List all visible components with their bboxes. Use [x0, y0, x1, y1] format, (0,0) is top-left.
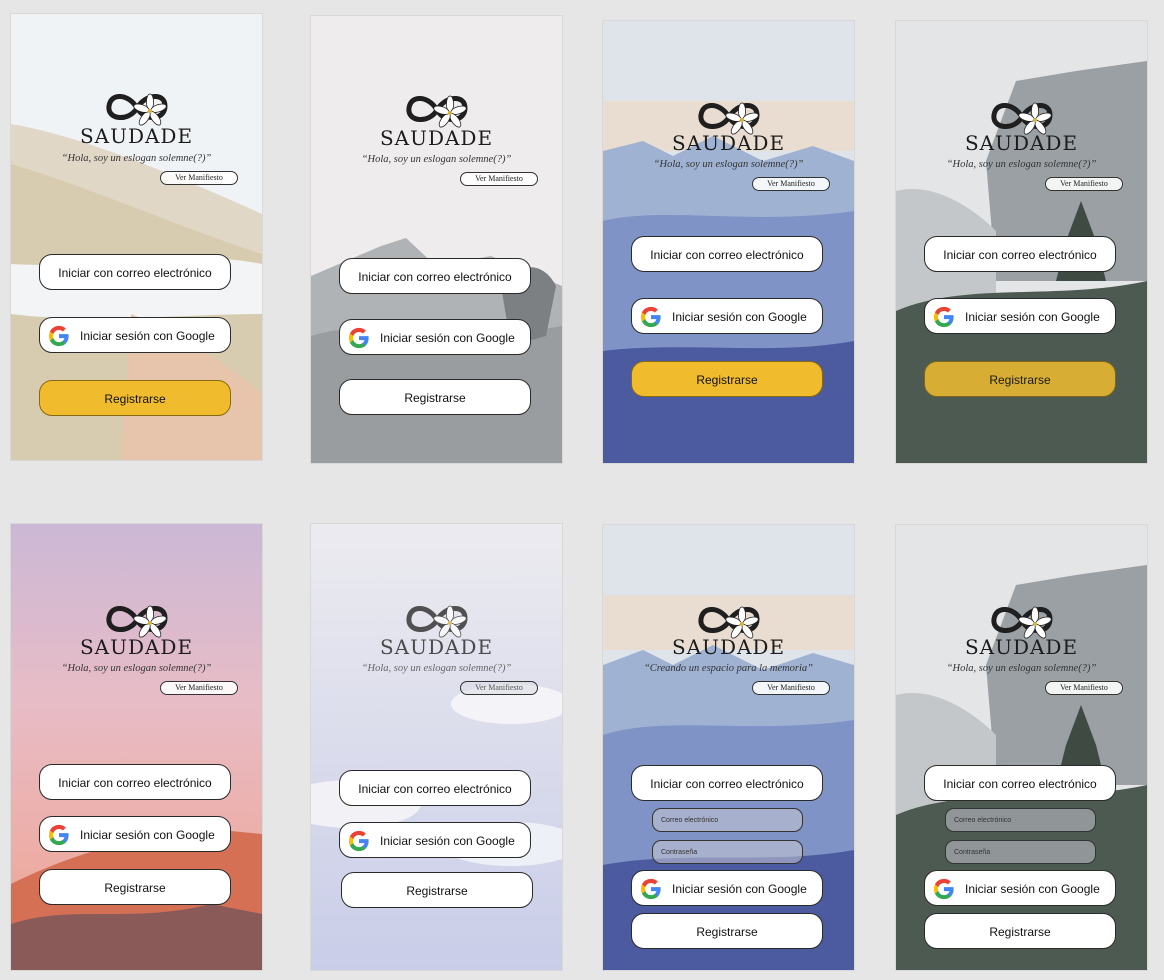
- register-button[interactable]: Registrarse: [631, 913, 823, 949]
- password-field[interactable]: Contraseña: [652, 840, 803, 864]
- mockup-screen-2: SAUDADE “Hola, soy un eslogan solemne(?)…: [311, 16, 562, 463]
- brand-name: SAUDADE: [964, 635, 1079, 659]
- google-g-icon: [640, 306, 662, 328]
- register-button[interactable]: Registrarse: [924, 361, 1116, 397]
- email-field[interactable]: Correo electrónico: [652, 808, 803, 832]
- view-manifest-button[interactable]: Ver Manifiesto: [460, 681, 538, 695]
- brand-name: SAUDADE: [79, 124, 194, 148]
- email-login-button[interactable]: Iniciar con correo electrónico: [339, 770, 531, 806]
- view-manifest-button[interactable]: Ver Manifiesto: [160, 171, 238, 185]
- slogan-text: “Hola, soy un eslogan solemne(?)”: [946, 159, 1097, 170]
- brand-name: SAUDADE: [671, 131, 786, 155]
- view-manifest-button[interactable]: Ver Manifiesto: [1045, 177, 1123, 191]
- google-g-icon: [348, 327, 370, 349]
- mockup-screen-8: SAUDADE “Hola, soy un eslogan solemne(?)…: [896, 525, 1147, 970]
- slogan-text: “Hola, soy un eslogan solemne(?)”: [361, 154, 512, 165]
- view-manifest-button[interactable]: Ver Manifiesto: [460, 172, 538, 186]
- google-g-icon: [348, 830, 370, 852]
- slogan-text: “Hola, soy un eslogan solemne(?)”: [653, 159, 804, 170]
- email-login-button[interactable]: Iniciar con correo electrónico: [924, 236, 1116, 272]
- email-login-button[interactable]: Iniciar con correo electrónico: [339, 258, 531, 294]
- slogan-text: “Hola, soy un eslogan solemne(?)”: [361, 663, 512, 674]
- google-login-label: Iniciar sesión con Google: [380, 331, 515, 345]
- register-button[interactable]: Registrarse: [39, 380, 231, 416]
- mockup-screen-1: SAUDADE “Hola, soy un eslogan solemne(?)…: [11, 14, 262, 460]
- google-login-button[interactable]: Iniciar sesión con Google: [339, 822, 531, 858]
- email-login-button[interactable]: Iniciar con correo electrónico: [39, 254, 231, 290]
- slogan-text: “Hola, soy un eslogan solemne(?)”: [61, 663, 212, 674]
- brand-name: SAUDADE: [79, 635, 194, 659]
- mockup-screen-6: SAUDADE “Hola, soy un eslogan solemne(?)…: [311, 524, 562, 970]
- email-login-button[interactable]: Iniciar con correo electrónico: [39, 764, 231, 800]
- register-button[interactable]: Registrarse: [924, 913, 1116, 949]
- google-login-button[interactable]: Iniciar sesión con Google: [924, 298, 1116, 334]
- google-g-icon: [640, 878, 662, 900]
- mockup-screen-3: SAUDADE “Hola, soy un eslogan solemne(?)…: [603, 21, 854, 463]
- google-login-button[interactable]: Iniciar sesión con Google: [339, 319, 531, 355]
- slogan-text: “Creando un espacio para la memoria”: [643, 663, 814, 674]
- view-manifest-button[interactable]: Ver Manifiesto: [752, 681, 830, 695]
- brand-name: SAUDADE: [671, 635, 786, 659]
- google-login-button[interactable]: Iniciar sesión con Google: [924, 870, 1116, 906]
- brand-name: SAUDADE: [379, 126, 494, 150]
- password-field[interactable]: Contraseña: [945, 840, 1096, 864]
- register-button[interactable]: Registrarse: [339, 379, 531, 415]
- google-login-label: Iniciar sesión con Google: [80, 828, 215, 842]
- register-button[interactable]: Registrarse: [341, 872, 533, 908]
- google-g-icon: [933, 306, 955, 328]
- google-g-icon: [933, 878, 955, 900]
- google-login-button[interactable]: Iniciar sesión con Google: [631, 298, 823, 334]
- mockup-screen-7: SAUDADE “Creando un espacio para la memo…: [603, 525, 854, 970]
- brand-name: SAUDADE: [964, 131, 1079, 155]
- google-login-label: Iniciar sesión con Google: [80, 329, 215, 343]
- google-login-label: Iniciar sesión con Google: [380, 834, 515, 848]
- google-login-label: Iniciar sesión con Google: [965, 882, 1100, 896]
- brand-name: SAUDADE: [379, 635, 494, 659]
- google-login-label: Iniciar sesión con Google: [672, 310, 807, 324]
- slogan-text: “Hola, soy un eslogan solemne(?)”: [946, 663, 1097, 674]
- view-manifest-button[interactable]: Ver Manifiesto: [752, 177, 830, 191]
- google-login-button[interactable]: Iniciar sesión con Google: [39, 317, 231, 353]
- view-manifest-button[interactable]: Ver Manifiesto: [1045, 681, 1123, 695]
- google-login-button[interactable]: Iniciar sesión con Google: [39, 816, 231, 852]
- register-button[interactable]: Registrarse: [631, 361, 823, 397]
- google-login-label: Iniciar sesión con Google: [672, 882, 807, 896]
- google-g-icon: [48, 824, 70, 846]
- email-login-button[interactable]: Iniciar con correo electrónico: [631, 236, 823, 272]
- email-field[interactable]: Correo electrónico: [945, 808, 1096, 832]
- mockup-screen-4: SAUDADE “Hola, soy un eslogan solemne(?)…: [896, 21, 1147, 463]
- google-g-icon: [48, 325, 70, 347]
- mockup-screen-5: SAUDADE “Hola, soy un eslogan solemne(?)…: [11, 524, 262, 970]
- google-login-button[interactable]: Iniciar sesión con Google: [631, 870, 823, 906]
- view-manifest-button[interactable]: Ver Manifiesto: [160, 681, 238, 695]
- register-button[interactable]: Registrarse: [39, 869, 231, 905]
- google-login-label: Iniciar sesión con Google: [965, 310, 1100, 324]
- email-login-button[interactable]: Iniciar con correo electrónico: [631, 765, 823, 801]
- email-login-button[interactable]: Iniciar con correo electrónico: [924, 765, 1116, 801]
- slogan-text: “Hola, soy un eslogan solemne(?)”: [61, 153, 212, 164]
